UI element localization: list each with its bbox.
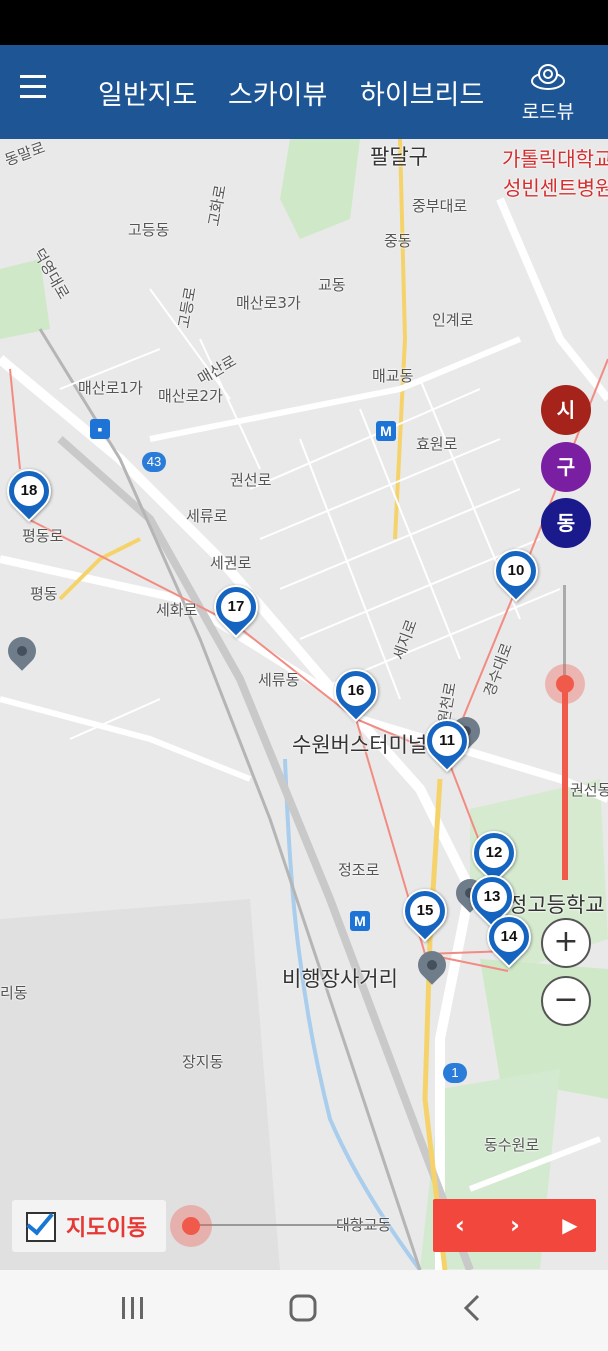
map-label: 중동 [384,232,412,250]
tab-general-map[interactable]: 일반지도 [98,73,197,112]
map-label: 세류로 [186,507,228,525]
timeline-slider-knob[interactable] [170,1205,212,1247]
map-label: 매산로2가 [158,387,223,405]
map-label: 매산로3가 [236,294,301,312]
map-label: 매산로1가 [78,379,143,397]
map-label: 권선로 [230,471,272,489]
tab-hybrid[interactable]: 하이브리드 [360,73,484,112]
map-label: 권선동 [570,781,608,799]
zoom-slider-fill [562,682,568,880]
level-dong-button[interactable]: 동 [541,498,591,548]
map-view[interactable]: 팔달구 가톨릭대학교 성빈센트병원 중부대로 고등동 중동 교동 매산로3가 인… [0,139,608,1270]
roadview-label: 로드뷰 [521,101,575,123]
zoom-in-button[interactable]: + [541,918,591,968]
next-button[interactable]: › [488,1199,542,1252]
map-label: 인계로 [432,311,474,329]
map-label: 교동 [318,276,346,294]
timeline-slider-track[interactable] [190,1224,390,1226]
status-bar [0,0,608,45]
map-label: 중부대로 [412,197,468,215]
route-marker-18[interactable]: 18 [0,459,61,525]
map-label: 고등동 [128,221,170,239]
zoom-out-button[interactable]: − [541,976,591,1026]
route-badge: 43 [142,452,166,472]
map-label: 세권로 [210,554,252,572]
metro-icon: M [376,421,396,441]
map-label: 평동로 [22,527,64,545]
map-label: 성빈센트병원 [503,176,608,200]
route-marker-17[interactable]: 17 [204,575,268,641]
map-move-label: 지도이동 [66,1216,147,1241]
map-move-checkbox[interactable] [26,1206,56,1242]
map-label: 세화로 [156,601,198,619]
map-label: 리동 [0,984,28,1002]
route-marker-10[interactable]: 10 [484,539,548,605]
train-station-icon: ▪ [90,419,110,439]
route-marker-15[interactable]: 15 [393,879,457,945]
map-label: 비행장사거리 [282,967,398,991]
level-district-button[interactable]: 구 [541,442,591,492]
playback-controls: ‹ › ▶ [433,1199,596,1252]
route-marker-16[interactable]: 16 [324,659,388,725]
tab-skyview[interactable]: 스카이뷰 [228,73,327,112]
map-label: 효원로 [416,435,458,453]
recent-apps-icon[interactable] [108,1294,158,1328]
prev-button[interactable]: ‹ [433,1199,487,1252]
map-label: 팔달구 [370,145,428,169]
route-marker-11[interactable]: 11 [415,709,479,775]
roadview-icon [531,64,565,90]
map-move-toggle[interactable]: 지도이동 [12,1200,166,1252]
zoom-slider-knob[interactable] [545,664,585,704]
route-marker-14[interactable]: 14 [477,905,541,971]
system-nav-bar [0,1270,608,1351]
map-label: 평동 [30,585,58,603]
route-badge: 1 [443,1063,467,1083]
map-label: 동수원로 [484,1136,540,1154]
map-label: 세류동 [258,671,300,689]
check-icon [26,1206,54,1236]
level-city-button[interactable]: 시 [541,385,591,435]
map-label: 정조로 [338,861,380,879]
metro-icon: M [350,911,370,931]
map-label: 가톨릭대학교 [502,147,608,171]
hamburger-menu-icon[interactable] [20,75,56,105]
roadview-button[interactable]: 로드뷰 [514,61,582,124]
map-label: 수원버스터미널 [292,733,428,757]
top-bar: 일반지도 스카이뷰 하이브리드 로드뷰 [0,45,608,139]
map-label: 장지동 [182,1053,224,1071]
location-pin-icon[interactable] [2,631,42,681]
play-button[interactable]: ▶ [543,1199,597,1252]
home-icon[interactable] [278,1294,328,1328]
location-pin-icon[interactable] [412,945,452,995]
map-label: 매교동 [372,367,414,385]
back-icon[interactable] [448,1294,498,1328]
map-roads [0,139,608,1270]
